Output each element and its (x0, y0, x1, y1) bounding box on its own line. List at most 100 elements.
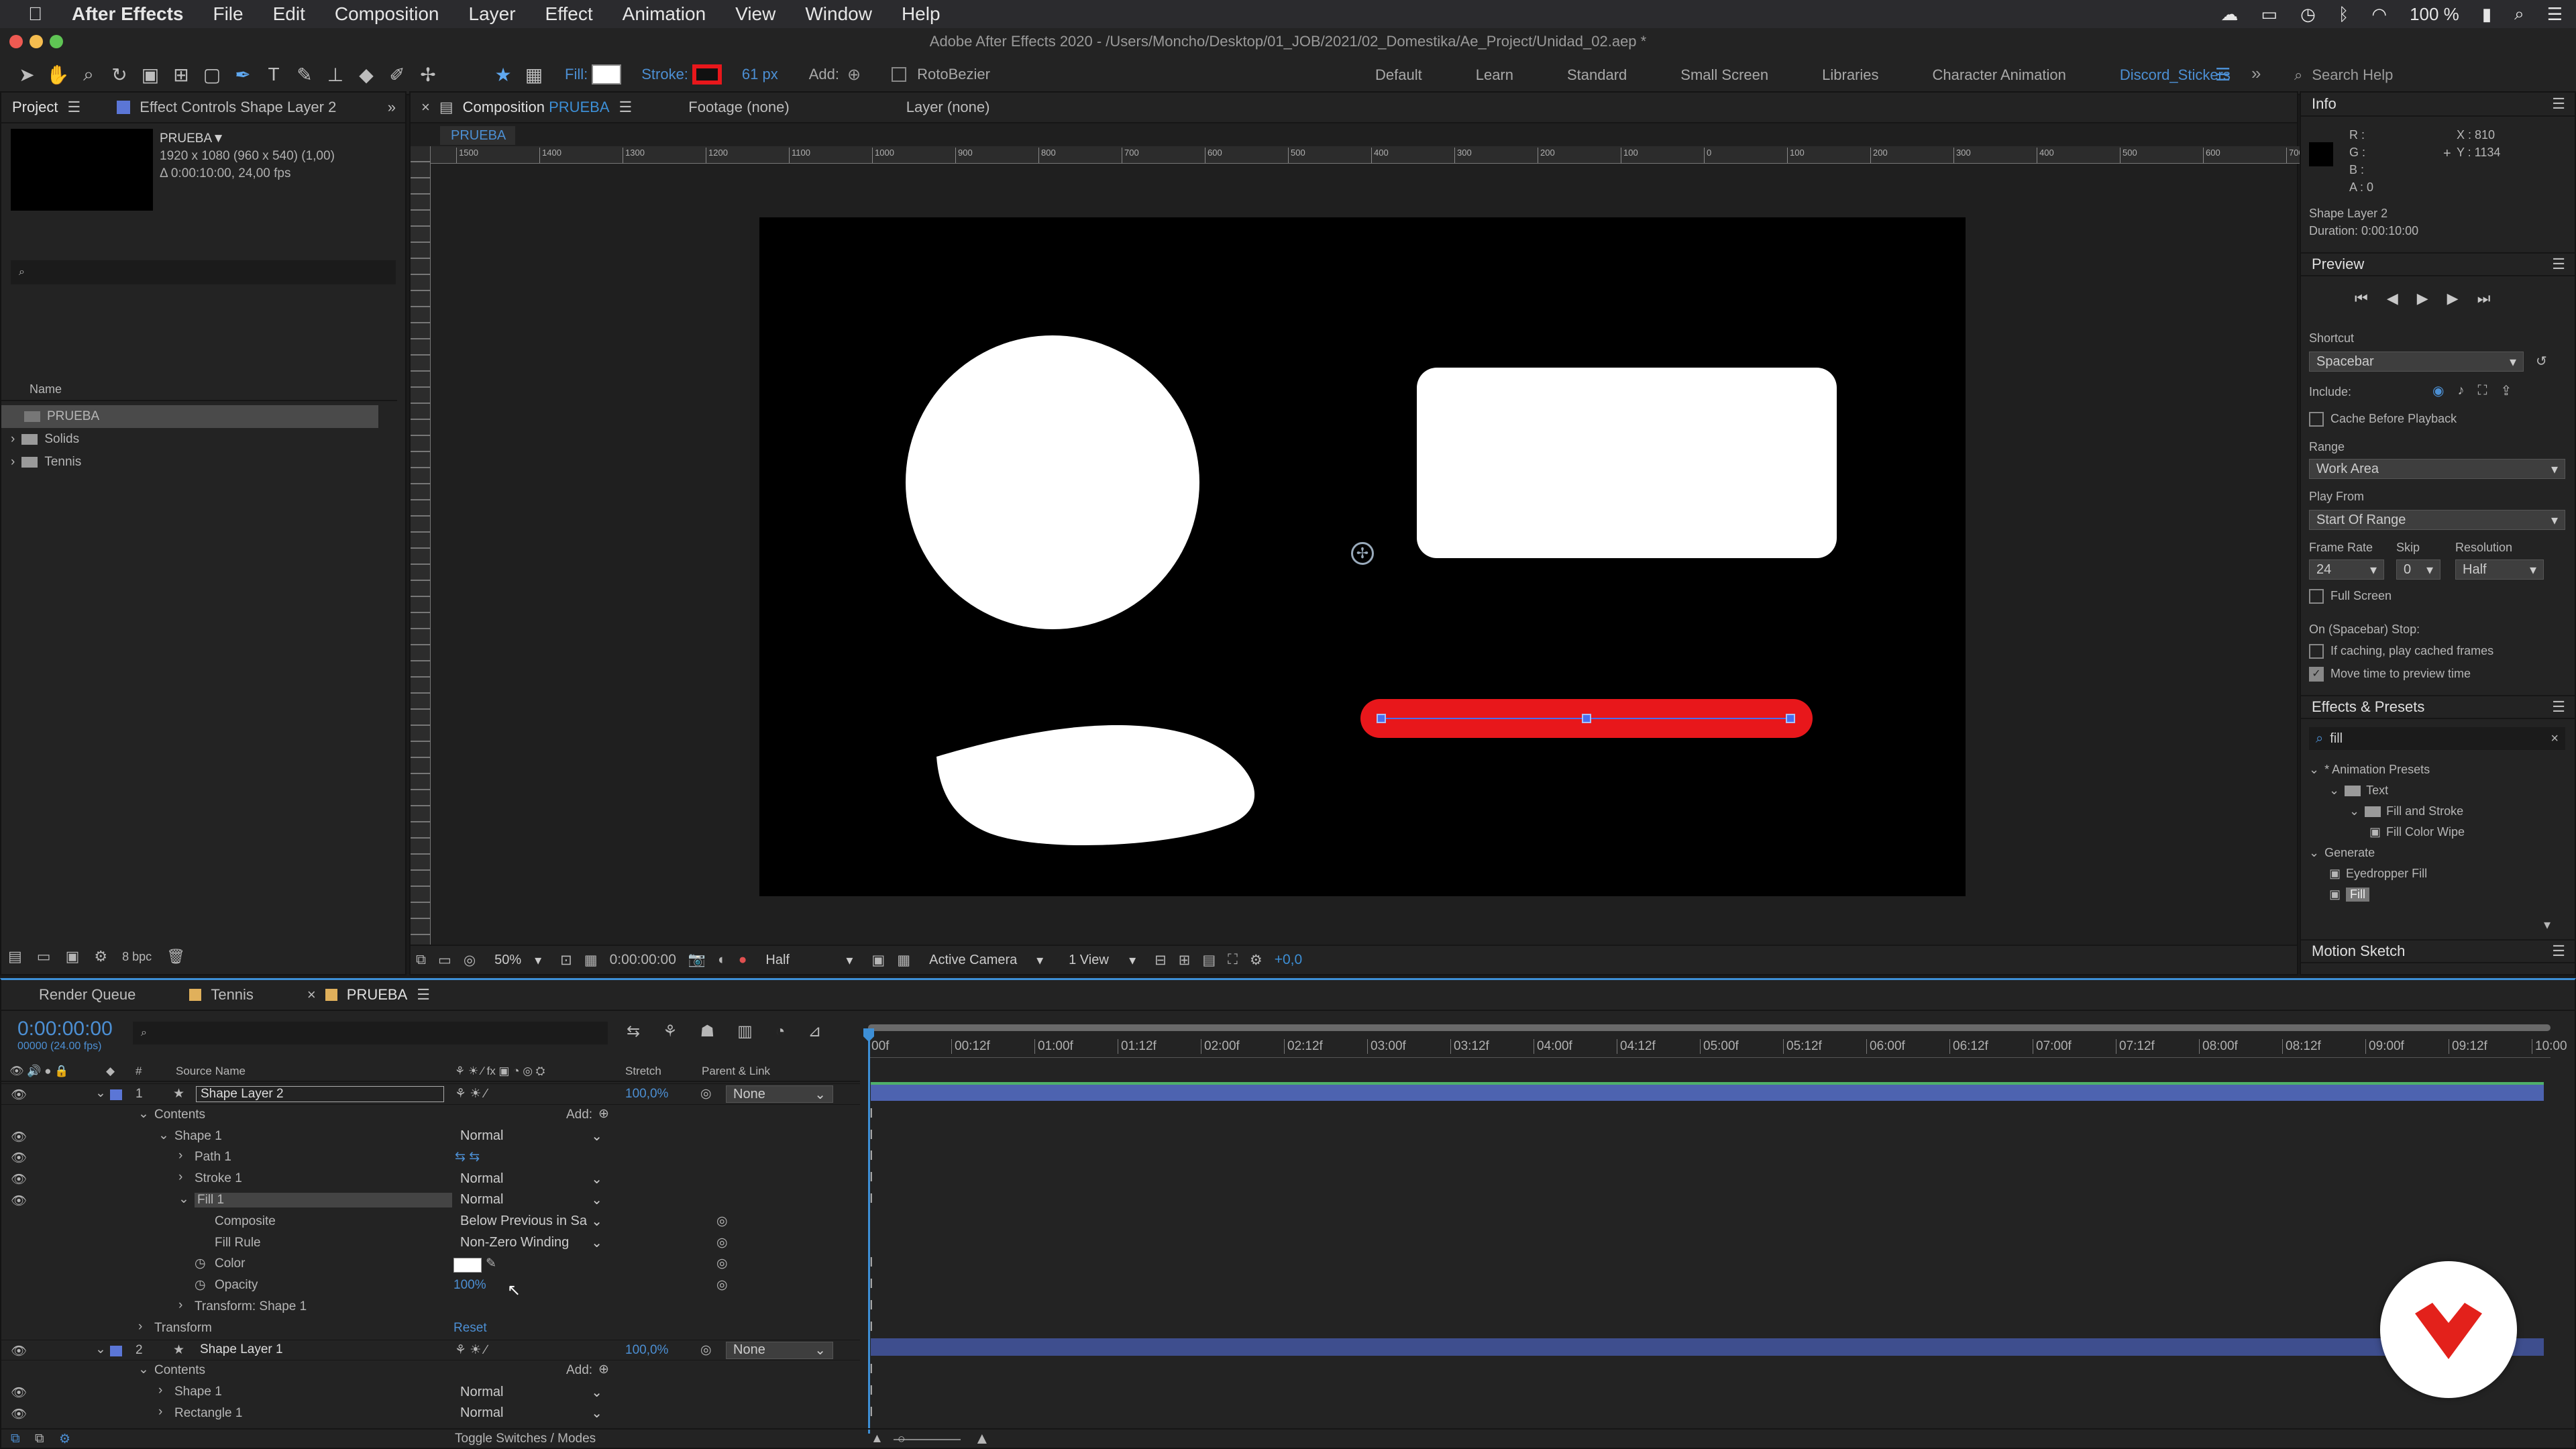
previous-frame-icon[interactable]: ◀ (2387, 290, 2398, 307)
timeline-timecode[interactable]: 0:00:00:00 (17, 1018, 113, 1040)
property-name[interactable]: Opacity (215, 1278, 258, 1293)
visibility-eye-icon[interactable]: 👁 (11, 1129, 27, 1145)
property-row[interactable]: 👁 ⌄ Shape 1 Normal ⌄ (1, 1126, 860, 1148)
zoom-in-icon[interactable]: ▲ (974, 1430, 990, 1448)
display-icon[interactable]: ▭ (2261, 4, 2278, 25)
visibility-eye-icon[interactable]: 👁 (11, 1087, 27, 1103)
grid-icon[interactable]: ▦ (584, 952, 598, 969)
include-audio-icon[interactable]: ♪ (2457, 383, 2464, 398)
property-name[interactable]: Stroke 1 (195, 1171, 242, 1186)
type-tool-icon[interactable]: T (260, 61, 287, 88)
cache-checkbox[interactable] (2309, 412, 2324, 427)
clear-search-icon[interactable]: × (2551, 731, 2559, 747)
expand-arrow-icon[interactable]: › (11, 455, 15, 470)
property-name[interactable]: Color (215, 1256, 245, 1271)
next-frame-icon[interactable]: ▶ (2447, 290, 2459, 307)
tab-project[interactable]: Project (12, 99, 58, 116)
expand-arrow-icon[interactable]: › (11, 432, 15, 447)
parent-select[interactable]: None ⌄ (726, 1341, 833, 1359)
layer-name[interactable]: Shape Layer 2 (196, 1086, 444, 1102)
timeline-search[interactable]: ⌕ (133, 1022, 608, 1044)
fill-color-swatch[interactable] (453, 1258, 482, 1273)
search-icon[interactable]: ⌕ (2514, 3, 2524, 25)
puppet-tool-icon[interactable]: ✢ (415, 61, 441, 88)
blend-mode-select[interactable]: Non-Zero Winding ⌄ (453, 1234, 609, 1252)
battery-icon[interactable]: ▮ (2482, 4, 2491, 25)
monitor-icon[interactable]: ▭ (438, 952, 451, 969)
add-icon[interactable]: ⊕ (598, 1362, 609, 1377)
reset-shortcut-icon[interactable]: ↺ (2536, 353, 2547, 370)
toggle-pixel-aspect-icon[interactable]: ⊟ (1155, 952, 1167, 969)
layer-stretch[interactable]: 100,0% (625, 1343, 668, 1358)
menu-file[interactable]: File (198, 0, 258, 28)
menu-window[interactable]: Window (790, 0, 887, 28)
switches-icons[interactable]: ⚘ ☀ ∕ fx ▣ ◔ ◎ ⛭ (455, 1065, 545, 1078)
new-composition-icon[interactable]: ▣ (66, 948, 80, 965)
property-row[interactable]: 👁 › Stroke 1 Normal ⌄ (1, 1169, 860, 1190)
workspace-libraries[interactable]: Libraries (1822, 66, 1878, 84)
menu-animation[interactable]: Animation (608, 0, 721, 28)
graph-editor-icon[interactable]: ⊿ (808, 1022, 821, 1041)
first-frame-icon[interactable]: ⏮ (2355, 290, 2368, 307)
path-vertex-mid[interactable] (1582, 714, 1591, 723)
play-icon[interactable]: ▶ (2417, 290, 2428, 307)
workspace-menu-icon[interactable]: ☰ (2215, 64, 2231, 85)
effects-search[interactable]: ⌕ fill × (2309, 727, 2565, 750)
skip-select[interactable]: 0 ▾ (2396, 559, 2440, 580)
expression-pickwhip-icon[interactable]: ◎ (716, 1277, 728, 1293)
vertical-ruler[interactable] (411, 146, 431, 947)
work-area-bar[interactable] (868, 1024, 2551, 1031)
property-name[interactable]: Path 1 (195, 1150, 231, 1165)
expression-pickwhip-icon[interactable]: ◎ (716, 1214, 728, 1229)
zoom-out-icon[interactable]: ▲ (871, 1432, 883, 1446)
layer-switches[interactable]: ⚘ ☀ ∕ (455, 1342, 487, 1358)
include-video-icon[interactable]: ◉ (2432, 382, 2444, 399)
reset-link[interactable]: Reset (453, 1321, 487, 1336)
property-name[interactable]: Transform: Shape 1 (195, 1299, 307, 1314)
layer-label-color[interactable] (110, 1089, 122, 1100)
motion-sketch-menu-icon[interactable]: ☰ (2552, 943, 2565, 960)
blend-mode-select[interactable]: Normal ⌄ (453, 1383, 609, 1401)
prueba-menu-icon[interactable]: ☰ (417, 986, 430, 1004)
opacity-value[interactable]: 100% (453, 1278, 486, 1293)
menu-effect[interactable]: Effect (531, 0, 608, 28)
workspace-standard[interactable]: Standard (1567, 66, 1627, 84)
info-title[interactable]: Info (2312, 95, 2337, 113)
last-frame-icon[interactable]: ⏭ (2477, 290, 2491, 307)
resolution-preview-select[interactable]: Half ▾ (2455, 559, 2544, 580)
layer-label-color[interactable] (110, 1345, 122, 1356)
new-folder-icon[interactable]: ▭ (37, 948, 51, 965)
expand-arrow-icon[interactable]: › (178, 1298, 182, 1313)
time-ruler[interactable]: 00f 00:12f 01:00f 01:12f 02:00f 02:12f 03:00f 0… (868, 1035, 2567, 1058)
column-name[interactable]: Name (30, 382, 62, 396)
blend-mode-select[interactable]: Normal ⌄ (453, 1405, 609, 1422)
layer-2-bar[interactable] (871, 1338, 2544, 1356)
add-icon[interactable]: ⊕ (598, 1106, 609, 1122)
property-row[interactable]: 👁 › Rectangle 1 Normal ⌄ (1, 1403, 860, 1425)
effects-tree-item[interactable]: ▣ Eyedropper Fill (2309, 863, 2571, 884)
in-out-icon[interactable]: ⧉ (35, 1432, 44, 1446)
frame-blending-icon[interactable]: ▥ (737, 1022, 753, 1041)
tab-layer[interactable]: Layer (none) (906, 99, 990, 116)
stopwatch-icon[interactable]: ◷ (195, 1256, 206, 1271)
eraser-tool-icon[interactable]: ◆ (353, 61, 380, 88)
fast-previews-icon[interactable]: ⊞ (1179, 952, 1191, 969)
blend-mode-select[interactable]: Normal ⌄ (453, 1128, 609, 1145)
expand-arrow-icon[interactable]: ⌄ (95, 1342, 106, 1357)
clone-stamp-tool-icon[interactable]: ⊥ (322, 61, 349, 88)
move-time[interactable]: ✓ Move time to preview time (2309, 667, 2471, 682)
transparency-grid-icon[interactable]: ▦ (897, 952, 910, 969)
color-channel-icon[interactable]: ● (739, 952, 747, 968)
new-preset-icon[interactable]: ▾ (2544, 916, 2551, 933)
if-caching-checkbox[interactable] (2309, 644, 2324, 659)
project-menu-icon[interactable]: ☰ (67, 99, 80, 116)
expand-arrow-icon[interactable]: › (158, 1405, 162, 1419)
star-tool-icon[interactable]: ★ (490, 61, 517, 88)
include-external-icon[interactable]: ⇪ (2500, 382, 2512, 399)
add-icon[interactable]: ⊕ (847, 65, 861, 85)
parent-select[interactable]: None ⌄ (726, 1085, 833, 1103)
fill-swatch[interactable] (592, 64, 622, 85)
effects-tree-item[interactable]: ⌄ Fill and Stroke (2309, 801, 2571, 822)
exposure-reset-icon[interactable]: ⚙ (1250, 952, 1263, 969)
menu-list-icon[interactable]: ☰ (2547, 4, 2563, 25)
